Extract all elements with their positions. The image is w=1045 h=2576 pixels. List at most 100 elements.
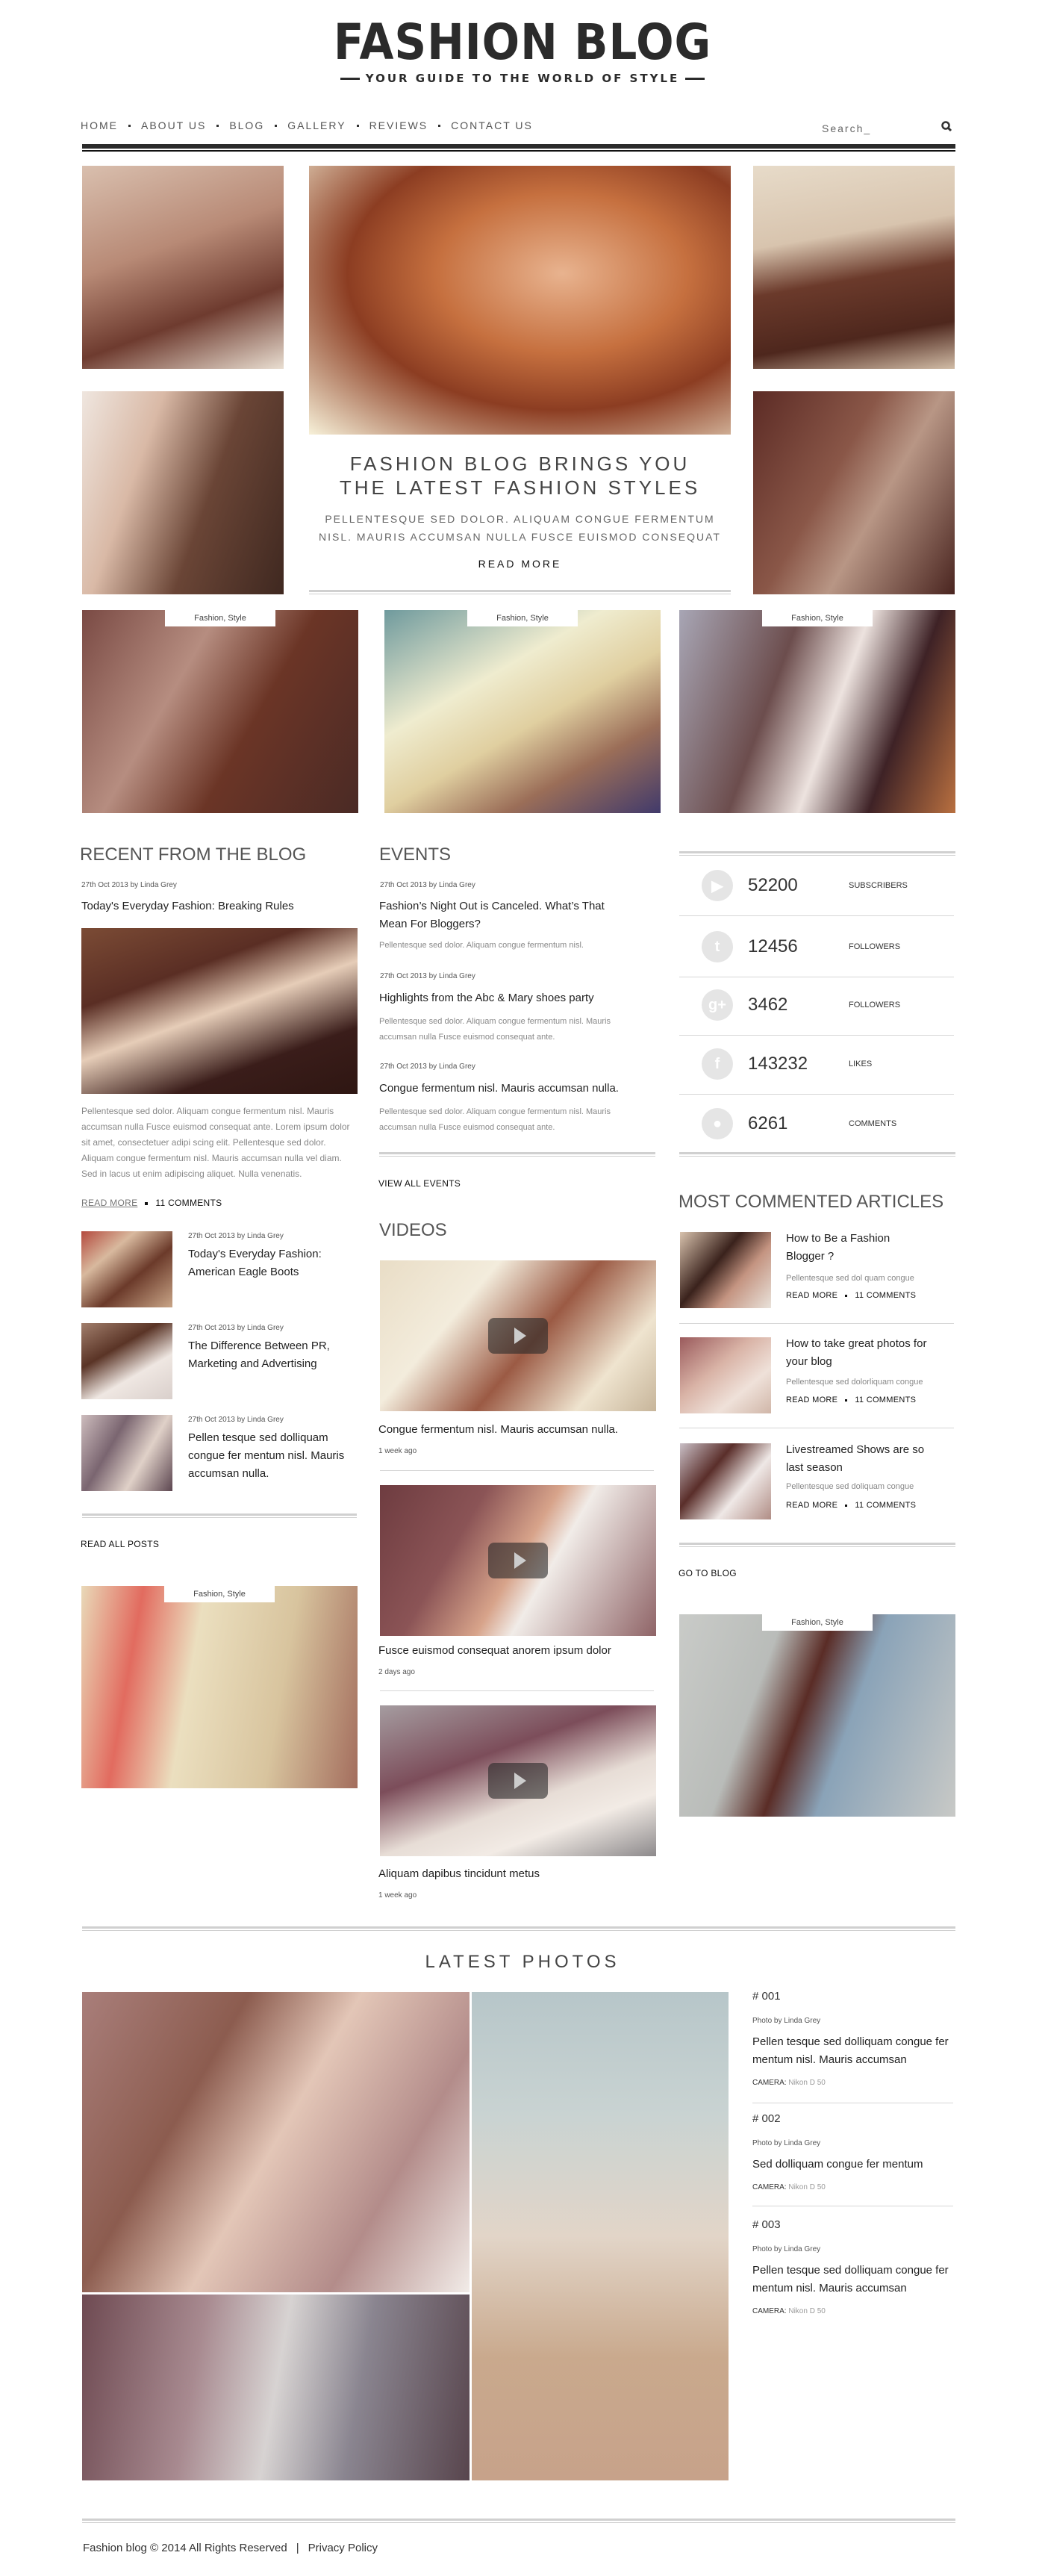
post-title[interactable]: Pellen tesque sed dolliquam congue fer m…: [188, 1429, 360, 1483]
gallery-photo[interactable]: [82, 2295, 470, 2480]
social-count: 6261: [748, 1113, 788, 1133]
category-image-car[interactable]: Fashion, Style: [679, 610, 955, 813]
read-more-link[interactable]: READ MORE: [81, 1198, 137, 1208]
video-title[interactable]: Congue fermentum nisl. Mauris accumsan n…: [378, 1421, 618, 1439]
youtube-icon[interactable]: ▶: [702, 870, 733, 901]
article-thumbnail[interactable]: [680, 1337, 771, 1413]
social-stat-row[interactable]: f 143232 LIKES: [679, 1035, 955, 1093]
footer-divider: [82, 2519, 955, 2523]
category-tag[interactable]: Fashion, Style: [762, 610, 873, 626]
article-links: READ MORE 11 COMMENTS: [786, 1396, 916, 1404]
video-thumbnail[interactable]: [380, 1705, 656, 1856]
hero-image[interactable]: [309, 166, 731, 435]
social-label: SUBSCRIBERS: [849, 881, 908, 890]
event-excerpt: Pellentesque sed dolor. Aliquam congue f…: [379, 1017, 611, 1042]
category-tag[interactable]: Fashion, Style: [165, 610, 275, 626]
comments-link[interactable]: 11 COMMENTS: [855, 1291, 916, 1300]
latest-photos-heading: LATEST PHOTOS: [425, 1952, 620, 1972]
google-plus-icon[interactable]: g+: [702, 989, 733, 1021]
videos-heading: VIDEOS: [379, 1220, 447, 1240]
comments-link[interactable]: 11 COMMENTS: [855, 1396, 916, 1404]
featured-image-makeup[interactable]: [82, 166, 284, 369]
event-excerpt: Pellentesque sed dolor. Aliquam congue f…: [379, 1107, 611, 1132]
video-title[interactable]: Fusce euismod consequat anorem ipsum dol…: [378, 1642, 611, 1660]
article-title[interactable]: How to Be a Fashion Blogger ?: [786, 1230, 920, 1266]
gallery-photo[interactable]: [472, 1992, 729, 2480]
play-icon[interactable]: [488, 1763, 548, 1799]
video-title[interactable]: Aliquam dapibus tincidunt metus: [378, 1865, 540, 1883]
photo-title[interactable]: Sed dolliquam congue fer mentum: [752, 2156, 955, 2174]
category-tag[interactable]: Fashion, Style: [762, 1614, 873, 1631]
privacy-policy-link[interactable]: Privacy Policy: [308, 2542, 378, 2554]
photo-title[interactable]: Pellen tesque sed dolliquam congue fer m…: [752, 2262, 955, 2297]
post-thumbnail[interactable]: [81, 1231, 172, 1307]
header-divider-thick: [82, 144, 955, 149]
go-to-blog-link[interactable]: GO TO BLOG: [679, 1568, 737, 1578]
category-image-couple[interactable]: Fashion, Style: [82, 610, 358, 813]
comments-link[interactable]: 11 COMMENTS: [855, 1501, 916, 1510]
site-logo[interactable]: FASHION BLOG: [52, 13, 993, 71]
article-excerpt: Pellentesque sed doliquam congue: [786, 1482, 914, 1491]
category-tag[interactable]: Fashion, Style: [164, 1586, 275, 1602]
event-title[interactable]: Highlights from the Abc & Mary shoes par…: [379, 989, 648, 1007]
footer: Fashion blog © 2014 All Rights Reserved |…: [83, 2542, 378, 2554]
article-thumbnail[interactable]: [680, 1232, 771, 1308]
post-title[interactable]: Today's Everyday Fashion: Breaking Rules: [81, 897, 294, 915]
read-more-link[interactable]: READ MORE: [786, 1501, 837, 1510]
category-image-denim[interactable]: Fashion, Style: [679, 1614, 955, 1817]
post-image[interactable]: [81, 928, 358, 1094]
nav-contact-us[interactable]: CONTACT US: [451, 119, 533, 131]
featured-image-portrait[interactable]: [753, 391, 955, 594]
video-thumbnail[interactable]: [380, 1260, 656, 1411]
dot-separator: [845, 1294, 848, 1297]
nav-separator: [216, 124, 219, 127]
twitter-icon[interactable]: t: [702, 931, 733, 962]
event-title[interactable]: Congue fermentum nisl. Mauris accumsan n…: [379, 1080, 655, 1098]
search-input[interactable]: Search_: [822, 122, 871, 134]
nav-about-us[interactable]: ABOUT US: [141, 119, 206, 131]
featured-image-curly-hair[interactable]: [82, 391, 284, 594]
hero-read-more-link[interactable]: READ MORE: [309, 558, 731, 570]
read-all-posts-link[interactable]: READ ALL POSTS: [81, 1539, 159, 1549]
category-image-bicycle[interactable]: Fashion, Style: [81, 1586, 358, 1788]
nav-reviews[interactable]: REVIEWS: [369, 119, 428, 131]
event-title[interactable]: Fashion’s Night Out is Canceled. What’s …: [379, 897, 633, 933]
social-stat-row[interactable]: ▶ 52200 SUBSCRIBERS: [679, 856, 955, 915]
read-more-link[interactable]: READ MORE: [786, 1291, 837, 1300]
category-tag[interactable]: Fashion, Style: [467, 610, 578, 626]
featured-image-handbag[interactable]: [753, 166, 955, 369]
read-more-link[interactable]: READ MORE: [786, 1396, 837, 1404]
play-icon[interactable]: [488, 1543, 548, 1578]
facebook-icon[interactable]: f: [702, 1048, 733, 1080]
nav-gallery[interactable]: GALLERY: [287, 119, 346, 131]
category-image-bag[interactable]: Fashion, Style: [384, 610, 661, 813]
play-icon[interactable]: [488, 1318, 548, 1354]
post-thumbnail[interactable]: [81, 1323, 172, 1399]
post-title[interactable]: Today's Everyday Fashion: American Eagle…: [188, 1245, 352, 1281]
photo-title[interactable]: Pellen tesque sed dolliquam congue fer m…: [752, 2033, 955, 2069]
post-title[interactable]: The Difference Between PR, Marketing and…: [188, 1337, 360, 1373]
social-stat-row[interactable]: g+ 3462 FOLLOWERS: [679, 976, 955, 1034]
post-thumbnail[interactable]: [81, 1415, 172, 1491]
article-title[interactable]: How to take great photos for your blog: [786, 1335, 950, 1371]
social-divider-top: [679, 851, 955, 856]
article-excerpt: Pellentesque sed dolorliquam congue: [786, 1378, 923, 1387]
hero-divider: [309, 590, 731, 594]
article-title[interactable]: Livestreamed Shows are so last season: [786, 1441, 935, 1477]
social-count: 143232: [748, 1054, 808, 1074]
view-all-events-link[interactable]: VIEW ALL EVENTS: [378, 1178, 461, 1189]
gallery-photo[interactable]: [82, 1992, 470, 2292]
search-icon[interactable]: [940, 120, 952, 132]
photo-number: # 001: [752, 1990, 781, 2003]
nav-home[interactable]: HOME: [81, 119, 118, 131]
social-stat-row[interactable]: ● 6261 COMMENTS: [679, 1095, 955, 1153]
comments-link[interactable]: 11 COMMENTS: [155, 1198, 222, 1208]
social-stat-row[interactable]: t 12456 FOLLOWERS: [679, 918, 955, 976]
article-thumbnail[interactable]: [680, 1443, 771, 1519]
footer-divider-bar: |: [296, 2542, 299, 2554]
dot-separator: [145, 1201, 149, 1205]
social-label: FOLLOWERS: [849, 1001, 901, 1009]
comment-icon[interactable]: ●: [702, 1108, 733, 1139]
video-thumbnail[interactable]: [380, 1485, 656, 1636]
nav-blog[interactable]: BLOG: [229, 119, 264, 131]
